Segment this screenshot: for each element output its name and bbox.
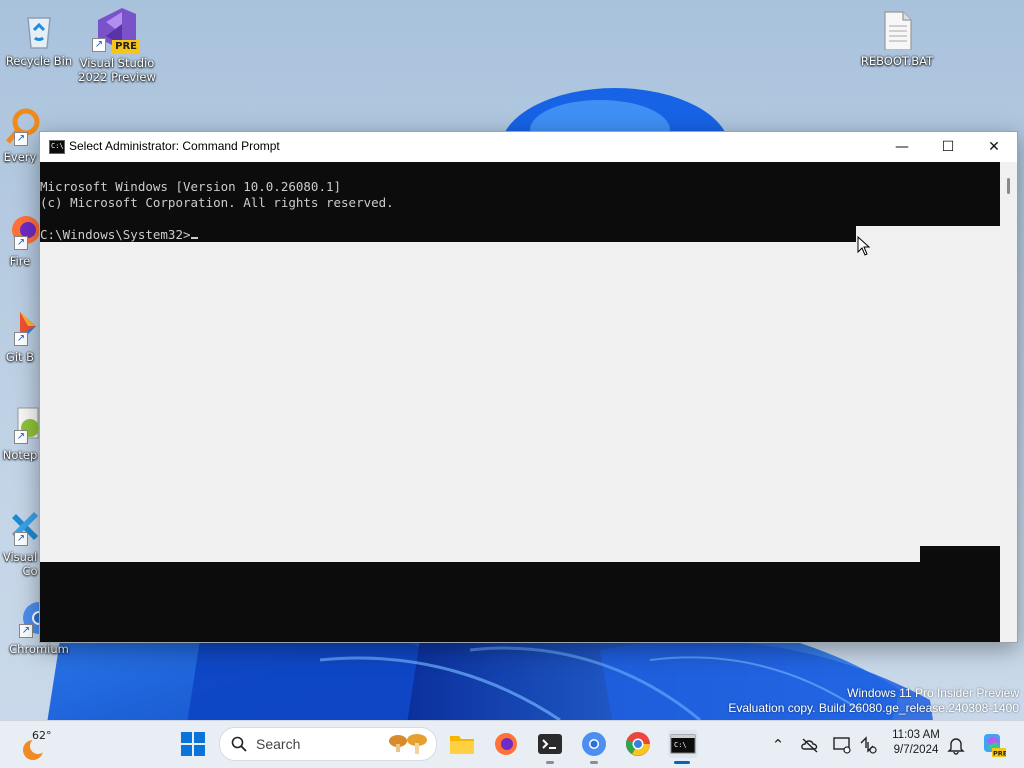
search-label: Search [256, 736, 301, 752]
clock-time: 11:03 AM [892, 729, 940, 741]
copilot-preview-icon[interactable]: PRE [980, 732, 1007, 758]
shortcut-arrow-icon: ↗ [14, 430, 28, 444]
desktop-icon-git-bash[interactable]: ↗ Git B [0, 306, 40, 364]
start-button[interactable] [180, 731, 208, 759]
batch-file-icon [877, 10, 917, 51]
console-area[interactable]: Microsoft Windows [Version 10.0.26080.1]… [40, 162, 1000, 642]
desktop-icon-vscode[interactable]: ↗ Visual Co [0, 506, 40, 578]
watermark-line1: Windows 11 Pro Insider Preview [847, 686, 1019, 700]
active-indicator [674, 761, 690, 764]
console-prompt: C:\Windows\System32> [40, 227, 191, 242]
svg-text:C:\: C:\ [674, 741, 687, 749]
window-title: Select Administrator: Command Prompt [69, 139, 280, 153]
command-prompt-icon: C:\ [670, 734, 696, 754]
watermark-line2: Evaluation copy. Build 26080.ge_release.… [728, 701, 1019, 715]
desktop-icon-label: Recycle Bin [5, 54, 73, 68]
notifications-bell-icon[interactable] [946, 735, 966, 755]
desktop: Recycle Bin ↗ PRE Visual Studio 2022 Pre… [0, 0, 1024, 768]
taskbar-firefox[interactable] [492, 730, 520, 758]
desktop-icon-label: Every [3, 150, 37, 164]
maximize-button[interactable]: ☐ [925, 132, 971, 162]
command-prompt-window[interactable]: C:\ Select Administrator: Command Prompt… [39, 131, 1018, 643]
desktop-icon-label: Fire [9, 254, 31, 268]
search-highlight-mushroom-icon [389, 734, 427, 754]
visual-studio-icon: ↗ PRE [92, 6, 142, 54]
show-hidden-icons-button[interactable]: ⌃ [768, 735, 788, 755]
desktop-icon-everything[interactable]: ↗ Every [0, 106, 40, 164]
network-disconnected-icon[interactable] [858, 735, 878, 755]
shortcut-arrow-icon: ↗ [14, 132, 28, 146]
desktop-icon-reboot-bat[interactable]: REBOOT.BAT [858, 10, 936, 68]
evaluation-watermark: Windows 11 Pro Insider Preview Evaluatio… [728, 686, 1019, 716]
everything-search-icon: ↗ [0, 106, 40, 146]
shortcut-arrow-icon: ↗ [92, 38, 106, 52]
text-cursor [190, 237, 198, 239]
git-bash-icon: ↗ [0, 306, 40, 346]
desktop-icon-firefox[interactable]: ↗ Fire [0, 210, 40, 268]
chromium-icon [582, 732, 606, 756]
desktop-icon-notepad-plus-plus[interactable]: ↗ Notep [0, 404, 40, 462]
recycle-bin-icon [19, 10, 59, 50]
taskbar-clock[interactable]: 11:03 AM 9/7/2024 [886, 728, 946, 758]
desktop-icon-label: Git B [5, 350, 35, 364]
folder-icon [450, 736, 474, 754]
vertical-scrollbar[interactable] [1000, 162, 1017, 642]
desktop-icon-label: Chromium [9, 642, 69, 656]
close-button[interactable]: ✕ [971, 132, 1017, 162]
clock-date: 9/7/2024 [893, 744, 939, 756]
command-prompt-icon: C:\ [49, 140, 65, 154]
desktop-icon-label: Visual Studio 2022 Preview [78, 56, 156, 84]
shortcut-arrow-icon: ↗ [14, 332, 28, 346]
console-line: Microsoft Windows [Version 10.0.26080.1] [40, 179, 342, 194]
running-indicator [546, 761, 554, 764]
notepad-plus-plus-icon: ↗ [0, 404, 40, 444]
taskbar-search[interactable]: Search [219, 727, 437, 761]
search-icon [231, 736, 247, 752]
display-settings-icon[interactable] [832, 735, 852, 755]
windows-logo-icon [181, 732, 205, 756]
taskbar-file-explorer[interactable] [448, 730, 476, 758]
title-bar[interactable]: C:\ Select Administrator: Command Prompt… [40, 132, 1017, 162]
weather-widget[interactable]: 62° [20, 729, 60, 763]
shortcut-arrow-icon: ↗ [14, 236, 28, 250]
desktop-icon-recycle-bin[interactable]: Recycle Bin [0, 10, 78, 68]
firefox-icon [495, 733, 517, 755]
taskbar-chrome-canary[interactable] [624, 730, 652, 758]
vscode-icon: ↗ [0, 506, 40, 546]
taskbar-terminal[interactable] [536, 730, 564, 764]
chrome-icon [625, 732, 650, 756]
desktop-icon-label: Notep [2, 448, 38, 462]
terminal-icon [538, 734, 562, 754]
mouse-pointer-icon [857, 236, 871, 256]
desktop-icon-label-line2: Co [22, 564, 38, 578]
svg-text:PRE: PRE [993, 750, 1006, 758]
taskbar-command-prompt[interactable]: C:\ [668, 730, 698, 764]
minimize-button[interactable]: — [879, 132, 925, 162]
firefox-icon: ↗ [0, 210, 40, 250]
weather-temperature: 62° [32, 729, 52, 742]
running-indicator [590, 761, 598, 764]
scrollbar-thumb[interactable] [1007, 178, 1010, 194]
onedrive-offline-icon[interactable] [800, 735, 820, 755]
console-line: (c) Microsoft Corporation. All rights re… [40, 195, 394, 210]
console-screen-step [920, 546, 1000, 562]
shortcut-arrow-icon: ↗ [19, 624, 33, 638]
console-screen-bottom [40, 562, 1000, 642]
taskbar-chromium[interactable] [580, 730, 608, 764]
shortcut-arrow-icon: ↗ [14, 532, 28, 546]
preview-badge: PRE [112, 40, 140, 54]
desktop-icon-visual-studio[interactable]: ↗ PRE Visual Studio 2022 Preview [78, 6, 156, 84]
desktop-icon-label: Visual [2, 550, 38, 564]
desktop-icon-label: REBOOT.BAT [860, 54, 934, 68]
console-output: Microsoft Windows [Version 10.0.26080.1]… [40, 163, 394, 243]
